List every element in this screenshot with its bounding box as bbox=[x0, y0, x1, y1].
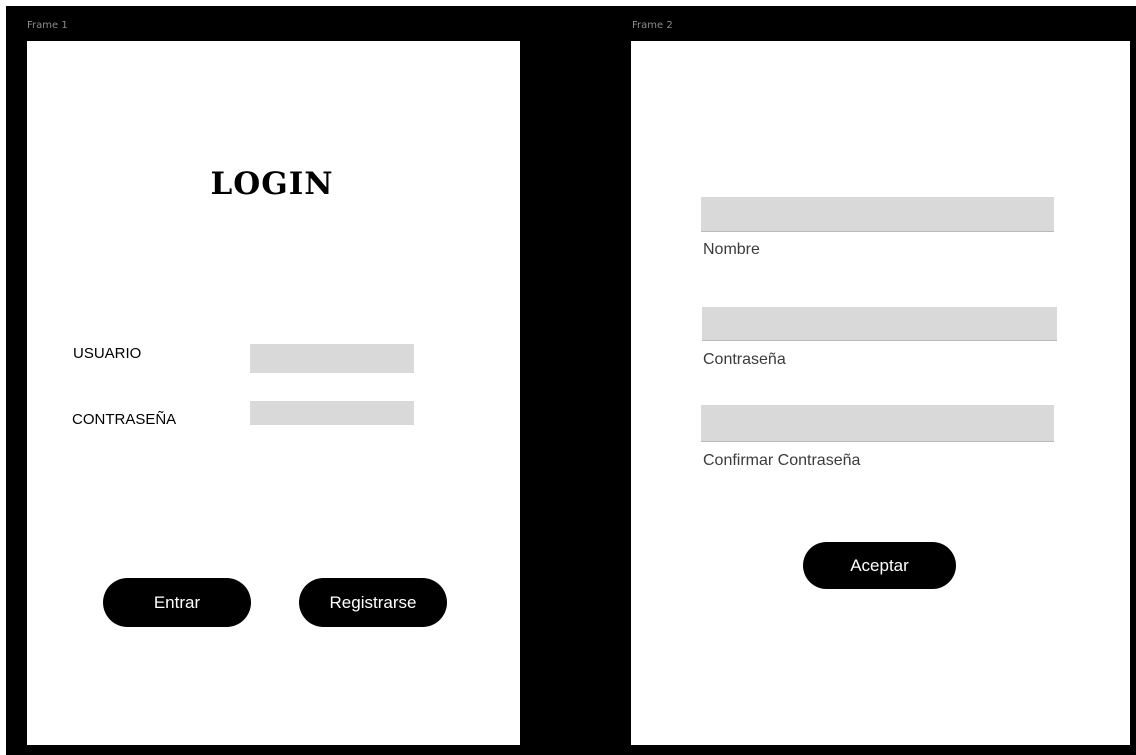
confirm-password-input[interactable] bbox=[701, 405, 1054, 442]
frame-2-label[interactable]: Frame 2 bbox=[632, 20, 673, 32]
login-title: LOGIN bbox=[210, 166, 334, 202]
username-input[interactable] bbox=[250, 344, 414, 373]
username-label: USUARIO bbox=[73, 345, 142, 362]
name-input[interactable] bbox=[701, 197, 1054, 232]
login-frame: LOGIN USUARIO CONTRASEÑA Entrar Registra… bbox=[27, 41, 520, 745]
enter-button[interactable]: Entrar bbox=[103, 578, 251, 627]
register-password-label: Contraseña bbox=[703, 351, 786, 368]
password-label: CONTRASEÑA bbox=[72, 411, 177, 428]
password-input[interactable] bbox=[250, 401, 414, 425]
name-label: Nombre bbox=[703, 241, 760, 258]
register-password-input[interactable] bbox=[702, 307, 1057, 341]
register-button[interactable]: Registrarse bbox=[299, 578, 447, 627]
frame-1-label[interactable]: Frame 1 bbox=[27, 20, 68, 32]
confirm-password-label: Confirmar Contraseña bbox=[703, 452, 861, 469]
register-frame: Nombre Contraseña Confirmar Contraseña A… bbox=[631, 41, 1130, 745]
accept-button[interactable]: Aceptar bbox=[803, 542, 956, 589]
